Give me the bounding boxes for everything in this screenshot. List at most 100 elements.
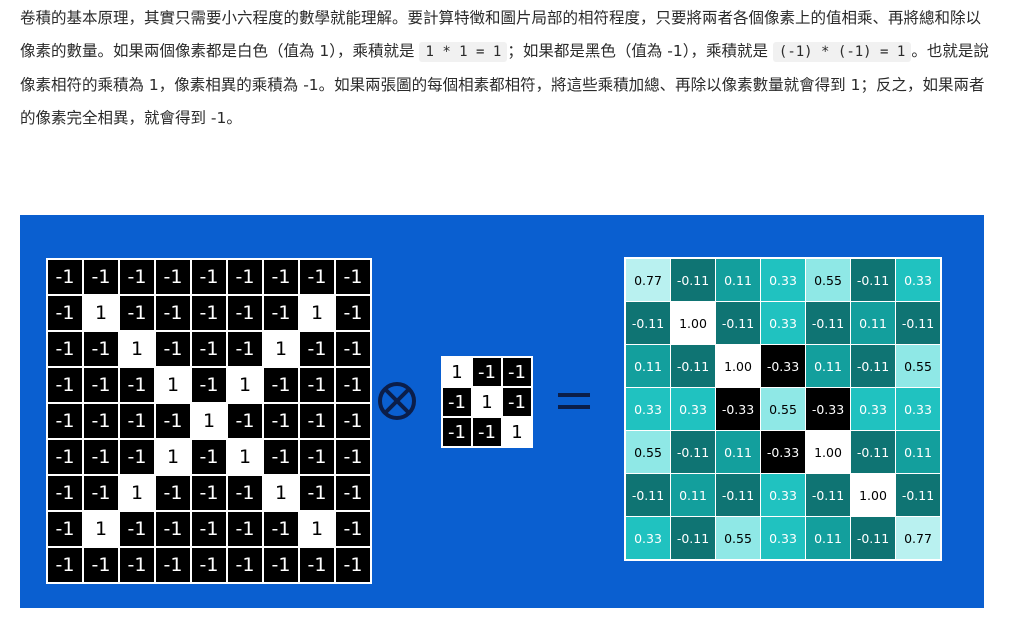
input-cell: -1 xyxy=(192,296,226,330)
result-cell: -0.11 xyxy=(806,302,850,344)
result-cell: -0.33 xyxy=(761,345,805,387)
input-cell: -1 xyxy=(336,512,370,546)
result-cell: 0.33 xyxy=(761,517,805,559)
result-cell: 0.33 xyxy=(761,302,805,344)
result-cell: 0.11 xyxy=(626,345,670,387)
input-cell: -1 xyxy=(84,332,118,366)
input-cell: -1 xyxy=(156,548,190,582)
inline-code-black-product: (-1) * (-1) = 1 xyxy=(772,42,912,62)
input-cell: -1 xyxy=(228,404,262,438)
input-cell: -1 xyxy=(48,548,82,582)
input-cell: 1 xyxy=(300,512,334,546)
input-cell: -1 xyxy=(84,368,118,402)
input-cell: 1 xyxy=(120,332,154,366)
result-cell: 0.11 xyxy=(716,259,760,301)
input-cell: -1 xyxy=(84,548,118,582)
input-cell: 1 xyxy=(264,332,298,366)
result-cell: 0.33 xyxy=(626,517,670,559)
input-cell: 1 xyxy=(228,368,262,402)
result-cell: 0.33 xyxy=(626,388,670,430)
input-cell: -1 xyxy=(120,440,154,474)
intro-paragraph: 卷積的基本原理，其實只需要小六程度的數學就能理解。要計算特徵和圖片局部的相符程度… xyxy=(20,2,995,135)
result-cell: 0.33 xyxy=(851,388,895,430)
result-feature-map: 0.77 -0.11 0.11 0.33 0.55 -0.11 0.33 -0.11 1.00-… xyxy=(624,257,942,561)
result-cell: -0.11 xyxy=(851,259,895,301)
input-cell: -1 xyxy=(48,332,82,366)
convolution-figure: -1 -1 -1 -1 -1 -1 -1 -1 -1 -1 1 -1 -1 -1 -1 -1 1 -1 -1 -1 1-… xyxy=(20,215,984,608)
paragraph-text-2: ；如果都是黑色（值為 -1），乘積就是 xyxy=(507,42,773,60)
input-cell: 1 xyxy=(84,512,118,546)
input-cell: -1 xyxy=(120,404,154,438)
input-cell: -1 xyxy=(300,476,334,510)
input-cell: -1 xyxy=(120,260,154,294)
input-cell: -1 xyxy=(336,548,370,582)
input-cell: 1 xyxy=(84,296,118,330)
result-cell: 1.00 xyxy=(716,345,760,387)
result-cell: 0.33 xyxy=(761,474,805,516)
input-cell: -1 xyxy=(336,260,370,294)
inline-code-white-product: 1 * 1 = 1 xyxy=(419,42,508,62)
input-cell: -1 xyxy=(228,260,262,294)
input-cell: -1 xyxy=(120,368,154,402)
result-cell: 0.11 xyxy=(806,517,850,559)
input-cell: 1 xyxy=(120,476,154,510)
kernel-cell: 1 xyxy=(443,358,471,386)
input-cell: -1 xyxy=(156,296,190,330)
input-cell: -1 xyxy=(48,296,82,330)
input-cell: -1 xyxy=(84,404,118,438)
input-cell: -1 xyxy=(48,368,82,402)
input-cell: -1 xyxy=(120,548,154,582)
result-cell: -0.11 xyxy=(716,302,760,344)
input-cell: -1 xyxy=(336,368,370,402)
result-cell: 0.55 xyxy=(716,517,760,559)
input-cell: -1 xyxy=(264,512,298,546)
input-cell: -1 xyxy=(48,476,82,510)
result-cell: 1.00 xyxy=(851,474,895,516)
input-cell: -1 xyxy=(48,260,82,294)
input-cell: -1 xyxy=(156,512,190,546)
input-cell: 1 xyxy=(192,404,226,438)
input-image-grid: -1 -1 -1 -1 -1 -1 -1 -1 -1 -1 1 -1 -1 -1 -1 -1 1 -1 -1 -1 1-… xyxy=(46,258,372,584)
input-cell: -1 xyxy=(192,260,226,294)
input-cell: -1 xyxy=(336,440,370,474)
result-cell: -0.11 xyxy=(716,474,760,516)
result-cell: -0.11 xyxy=(671,517,715,559)
result-cell: 0.77 xyxy=(626,259,670,301)
input-cell: -1 xyxy=(156,404,190,438)
result-cell: 0.77 xyxy=(896,517,940,559)
kernel-grid: 1 -1 -1 -1 1 -1 -1 -1 1 xyxy=(441,356,533,448)
kernel-cell: -1 xyxy=(473,418,501,446)
input-cell: -1 xyxy=(48,440,82,474)
input-cell: -1 xyxy=(48,512,82,546)
result-cell: -0.11 xyxy=(671,431,715,473)
result-cell: 0.33 xyxy=(896,259,940,301)
result-cell: 1.00 xyxy=(671,302,715,344)
input-cell: -1 xyxy=(84,476,118,510)
result-cell: -0.33 xyxy=(806,388,850,430)
result-cell: -0.11 xyxy=(851,345,895,387)
result-cell: 1.00 xyxy=(806,431,850,473)
input-cell: -1 xyxy=(264,548,298,582)
kernel-cell: -1 xyxy=(503,358,531,386)
result-cell: 0.55 xyxy=(896,345,940,387)
result-cell: 0.55 xyxy=(626,431,670,473)
input-cell: -1 xyxy=(336,296,370,330)
input-cell: -1 xyxy=(300,332,334,366)
input-cell: 1 xyxy=(228,440,262,474)
kernel-cell: -1 xyxy=(443,388,471,416)
input-cell: -1 xyxy=(228,476,262,510)
input-cell: -1 xyxy=(264,368,298,402)
input-cell: -1 xyxy=(84,440,118,474)
input-cell: -1 xyxy=(264,404,298,438)
equals-icon xyxy=(558,393,590,409)
result-cell: 0.33 xyxy=(896,388,940,430)
input-cell: 1 xyxy=(264,476,298,510)
result-cell: -0.11 xyxy=(851,517,895,559)
result-cell: 0.11 xyxy=(671,474,715,516)
result-cell: 0.33 xyxy=(761,259,805,301)
input-cell: -1 xyxy=(264,260,298,294)
otimes-icon xyxy=(378,382,416,420)
input-cell: -1 xyxy=(120,296,154,330)
input-cell: -1 xyxy=(300,260,334,294)
input-cell: -1 xyxy=(228,548,262,582)
